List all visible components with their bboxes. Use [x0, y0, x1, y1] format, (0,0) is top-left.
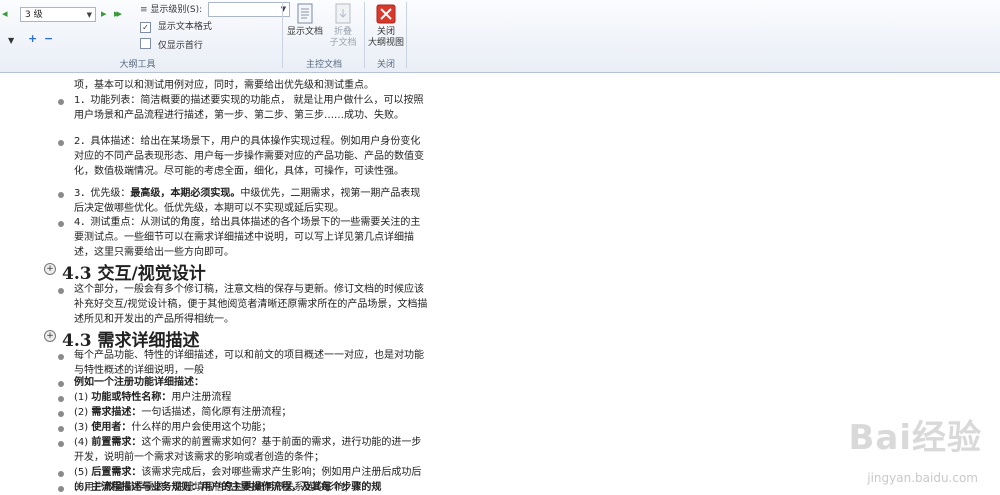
close-icon	[376, 3, 396, 25]
list-item: 3．优先级：最高级，本期必须实现。中级优先，二期需求，视第一期产品表现后决定做哪…	[74, 186, 430, 216]
outline-bullet[interactable]	[58, 221, 64, 227]
list-item: 1．功能列表：简洁概要的描述要实现的功能点， 就是让用户做什么，可以按照用户场景…	[74, 95, 424, 121]
detail-item: (2) 需求描述：一句话描述，简化原有注册流程；	[74, 405, 430, 420]
example-title: 例如一个注册功能详细描述：	[74, 377, 204, 388]
outline-bullet[interactable]	[58, 486, 64, 492]
first-line-only-checkbox[interactable]	[140, 38, 151, 49]
outline-bullet[interactable]	[58, 99, 64, 105]
detail-text: 什么样的用户会使用这个功能；	[131, 422, 272, 433]
show-text-format-row[interactable]: ✓ 显示文本格式	[140, 20, 212, 34]
show-document-icon	[295, 3, 315, 25]
outline-level-value: 3 级	[25, 10, 43, 20]
close-outline-label-1: 关闭	[376, 27, 395, 37]
detail-item: (4) 前置需求：这个需求的前置需求如何？基于前面的需求，进行功能的进一步开发，…	[74, 435, 430, 465]
expand-plus-icon[interactable]: +	[44, 330, 56, 342]
first-line-only-label: 仅显示首行	[157, 41, 203, 51]
list-item: 4．测试重点：从测试的角度，给出具体描述的各个场景下的一些需要关注的主要测试点。…	[74, 217, 421, 258]
detail-label: 后置需求：	[91, 467, 142, 478]
group-divider	[282, 2, 283, 68]
detail-text: 一句话描述，简化原有注册流程；	[141, 407, 292, 418]
detail-item: (3) 使用者：什么样的用户会使用这个功能；	[74, 420, 430, 435]
section-text: 这个部分，一般会有多个修订稿，注意文档的保存与更新。修订文档的时候应该补充好交互…	[74, 284, 428, 325]
show-level-label: 显示级别(S):	[150, 5, 203, 15]
outline-bullet[interactable]	[58, 288, 64, 294]
outline-bullet[interactable]	[58, 354, 64, 360]
section-text: 每个产品功能、特性的详细描述，可以和前文的项目概述一一对应，也是对功能与特性概述…	[74, 350, 424, 376]
outline-bullet[interactable]	[58, 426, 64, 432]
detail-number: (6)	[74, 482, 89, 493]
collapse-subdocuments-label-1: 折叠	[333, 27, 352, 37]
detail-label: 需求描述：	[91, 407, 142, 418]
detail-label: 主流程描述与业务规则：用户的主要操作流程，及其每个步骤的规	[91, 482, 382, 493]
outline-level-select[interactable]: 3 级 ▼	[20, 7, 96, 22]
first-line-only-row[interactable]: 仅显示首行	[140, 38, 203, 52]
show-document-button[interactable]: 显示文档	[284, 3, 326, 38]
intro-text: 项，基本可以和测试用例对应，同时，需要给出优先级和测试重点。	[74, 80, 374, 91]
collapse-subdocuments-icon	[333, 3, 353, 25]
close-outline-label-2: 大纲视图	[367, 38, 404, 48]
detail-number: (5)	[74, 467, 89, 478]
outline-ribbon: ◂ 3 级 ▼ ▸ ▸▸ ▼ + − ≡ 显示级别(S): ▼ ✓ 显示文本格式…	[0, 0, 1000, 73]
detail-text: 用户注册流程	[171, 392, 232, 403]
outline-bullet[interactable]	[58, 381, 64, 387]
show-level-row: ≡ 显示级别(S): ▼	[140, 2, 291, 17]
close-group-label: 关闭	[376, 60, 395, 70]
detail-item: (6) 主流程描述与业务规则：用户的主要操作流程，及其每个步骤的规	[74, 480, 430, 495]
collapse-minus-icon[interactable]: −	[44, 33, 53, 45]
outline-tools-group: ◂ 3 级 ▼ ▸ ▸▸ ▼ + − ≡ 显示级别(S): ▼ ✓ 显示文本格式…	[0, 0, 291, 72]
show-level-icon: ≡	[140, 5, 148, 15]
priority-bold: 最高级，本期必须实现。	[130, 188, 241, 199]
show-document-label: 显示文档	[286, 27, 323, 37]
outline-tools-group-label: 大纲工具	[119, 60, 156, 70]
outline-bullet[interactable]	[58, 396, 64, 402]
promote-arrow-icon[interactable]: ◂	[2, 8, 8, 20]
collapse-subdocuments-button[interactable]: 折叠 子文档	[322, 3, 364, 49]
chevron-down-icon: ▼	[86, 11, 92, 19]
outline-bullet[interactable]	[58, 192, 64, 198]
detail-number: (2)	[74, 407, 89, 418]
master-document-group: 显示文档 折叠 子文档 主控文档	[284, 0, 364, 72]
priority-prefix: 3．优先级：	[74, 188, 131, 199]
list-item: 2．具体描述：给出在某场景下，用户的具体操作实现过程。例如用户身份变化对应的不同…	[74, 136, 424, 177]
watermark-url: jingyan.baidu.com	[867, 471, 978, 485]
demote-arrow-icon[interactable]: ▸	[101, 8, 107, 20]
show-level-select[interactable]: ▼	[208, 2, 291, 17]
outline-bullet[interactable]	[58, 411, 64, 417]
master-document-group-label: 主控文档	[305, 60, 342, 70]
expand-plus-icon[interactable]: +	[44, 263, 56, 275]
collapse-subdocuments-label-2: 子文档	[329, 38, 357, 48]
detail-number: (1)	[74, 392, 89, 403]
detail-label: 前置需求：	[91, 437, 142, 448]
show-text-format-label: 显示文本格式	[157, 22, 212, 32]
outline-bullet[interactable]	[58, 441, 64, 447]
collapse-menu-icon[interactable]: ▼	[8, 35, 14, 47]
outline-bullet[interactable]	[58, 140, 64, 146]
expand-plus-icon[interactable]: +	[28, 33, 37, 45]
watermark-logo: Bai经验	[848, 418, 982, 458]
detail-item: (1) 功能或特性名称：用户注册流程	[74, 390, 430, 405]
close-group: 关闭 大纲视图 关闭	[366, 0, 406, 72]
outline-bullet[interactable]	[58, 471, 64, 477]
detail-number: (4)	[74, 437, 89, 448]
section-heading: 4.3 交互/视觉设计	[62, 264, 206, 284]
detail-number: (3)	[74, 422, 89, 433]
detail-label: 使用者：	[91, 422, 132, 433]
group-divider	[406, 2, 407, 68]
close-outline-view-button[interactable]: 关闭 大纲视图	[365, 3, 407, 49]
demote-to-body-icon[interactable]: ▸▸	[114, 8, 122, 20]
detail-label: 功能或特性名称：	[91, 392, 172, 403]
outline-document[interactable]: 项，基本可以和测试用例对应，同时，需要给出优先级和测试重点。 1．功能列表：简洁…	[0, 73, 1000, 495]
show-text-format-checkbox[interactable]: ✓	[140, 22, 151, 33]
